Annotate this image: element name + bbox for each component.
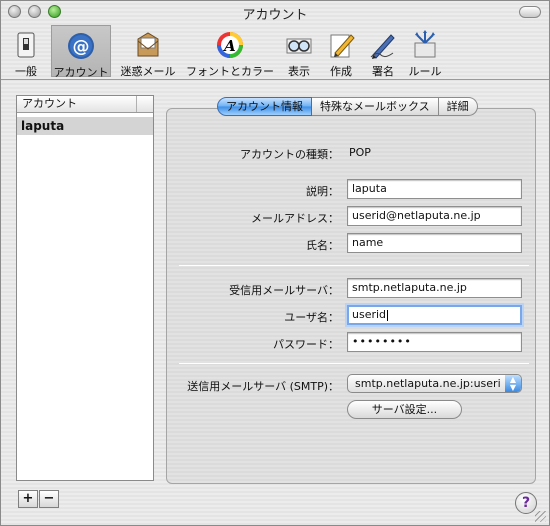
toolbar-item-label: ルール [408,65,442,78]
rules-icon [414,30,436,58]
incoming-server-label: 受信用メールサーバ： [229,284,339,297]
toolbar-item-signatures[interactable]: 署名 [365,25,401,78]
account-type-label: アカウントの種類： [240,148,339,161]
account-list-header-label: アカウント [22,97,77,110]
preferences-window: アカウント 一般 @ アカウント 迷惑メール A フォントとカラー 表示 作成 … [0,0,550,526]
svg-text:@: @ [73,37,90,57]
account-list-header[interactable]: アカウント [17,96,153,113]
full-name-label: 氏名： [306,239,339,252]
toolbar-item-label: 作成 [330,65,352,78]
toolbar-toggle-button[interactable] [519,6,541,18]
toolbar-item-label: アカウント [53,66,109,79]
font-color-icon: A [217,32,243,58]
toolbar-item-junk-mail[interactable]: 迷惑メール [117,25,179,78]
tab-bar: アカウント情報 特殊なメールボックス 詳細 [217,97,478,117]
password-field[interactable]: •••••••• [347,332,522,352]
add-account-button[interactable]: + [18,490,38,508]
at-icon: @ [68,33,94,59]
window-title: アカウント [242,8,308,23]
toolbar-item-label: フォントとカラー [186,65,274,78]
pencil-icon [330,34,355,58]
glasses-icon [286,38,312,54]
toolbar-item-label: 一般 [15,65,37,78]
junk-mail-icon [137,32,159,57]
toolbar-item-view[interactable]: 表示 [281,25,317,78]
account-list-item[interactable]: laputa [17,117,153,135]
title-bar: アカウント [1,1,549,23]
toolbar-item-fonts-colors[interactable]: A フォントとカラー [185,25,275,78]
password-label: パスワード： [273,338,339,351]
toolbar-item-rules[interactable]: ルール [405,25,445,78]
user-name-field[interactable]: userid [347,305,522,325]
description-label: 説明： [306,185,339,198]
toolbar: 一般 @ アカウント 迷惑メール A フォントとカラー 表示 作成 署名 ルール [1,23,549,79]
server-settings-button[interactable]: サーバ設定... [347,400,462,419]
user-name-value: userid [352,308,387,321]
toolbar-item-compose[interactable]: 作成 [323,25,359,78]
toolbar-divider [1,79,549,80]
incoming-server-field[interactable]: smtp.netlaputa.ne.jp [347,278,522,298]
smtp-server-value: smtp.netlaputa.ne.jp:useri [355,377,501,390]
switch-icon [17,32,35,58]
help-button[interactable]: ? [515,492,537,514]
email-label: メールアドレス： [251,212,339,225]
user-name-label: ユーザ名： [284,311,339,324]
header-divider [136,96,137,112]
account-type-value: POP [349,146,371,159]
section-divider [179,265,529,266]
email-field[interactable]: userid@netlaputa.ne.jp [347,206,522,226]
tab-account-info[interactable]: アカウント情報 [217,97,312,116]
tab-special-mailboxes[interactable]: 特殊なメールボックス [312,97,439,116]
toolbar-item-label: 署名 [372,65,394,78]
smtp-server-popup[interactable]: smtp.netlaputa.ne.jp:useri ▲ ▼ [347,374,522,393]
resize-handle[interactable] [535,511,546,522]
toolbar-item-label: 表示 [288,65,310,78]
toolbar-item-general[interactable]: 一般 [7,25,45,78]
svg-text:A: A [222,37,236,55]
toolbar-item-accounts[interactable]: @ アカウント [51,25,111,79]
tab-advanced[interactable]: 詳細 [438,97,478,116]
pen-icon [370,34,395,59]
full-name-field[interactable]: name [347,233,522,253]
popup-arrows-icon: ▲ ▼ [505,375,521,392]
text-caret [387,309,389,321]
section-divider [179,363,529,364]
description-field[interactable]: laputa [347,179,522,199]
smtp-server-label: 送信用メールサーバ (SMTP)： [187,380,339,393]
toolbar-item-label: 迷惑メール [120,65,176,78]
remove-account-button[interactable]: − [39,490,59,508]
account-list[interactable]: アカウント laputa [16,95,154,481]
